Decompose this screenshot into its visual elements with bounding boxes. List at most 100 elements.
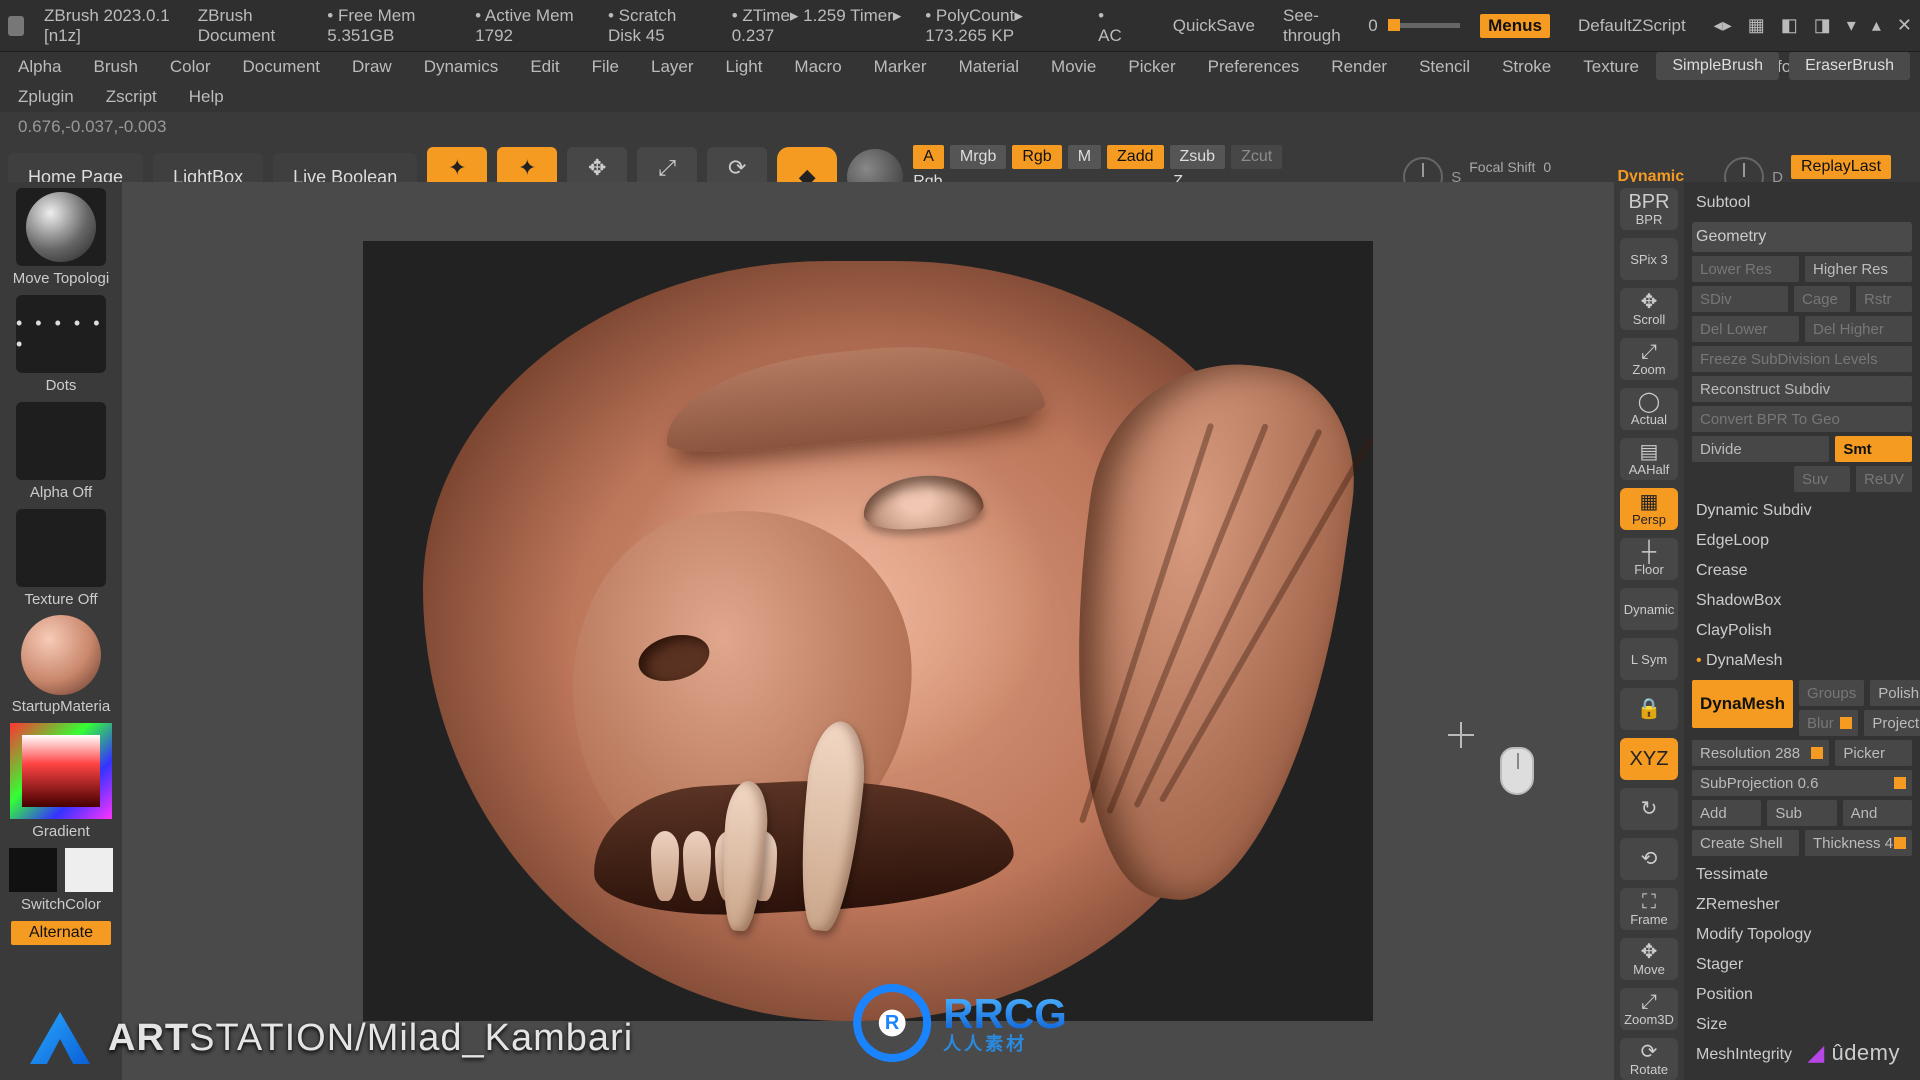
rail-🔒[interactable]: 🔒: [1620, 688, 1678, 730]
dynamesh-section[interactable]: DynaMesh: [1692, 646, 1912, 676]
menu-document[interactable]: Document: [243, 57, 320, 77]
a-toggle[interactable]: A: [913, 145, 944, 169]
rail-spix-3[interactable]: SPix 3: [1620, 238, 1678, 280]
project-toggle[interactable]: Project: [1864, 710, 1920, 736]
tessimate-section[interactable]: Tessimate: [1692, 860, 1912, 890]
smt-toggle[interactable]: Smt: [1835, 436, 1912, 462]
rail-l-sym[interactable]: L Sym: [1620, 638, 1678, 680]
convert-bpr-button[interactable]: Convert BPR To Geo: [1692, 406, 1912, 432]
grid-icon[interactable]: ▦: [1748, 15, 1765, 36]
brush-thumb[interactable]: [16, 188, 106, 266]
groups-toggle[interactable]: Groups: [1799, 680, 1864, 706]
reconstruct-subdiv-button[interactable]: Reconstruct Subdiv: [1692, 376, 1912, 402]
zremesher-section[interactable]: ZRemesher: [1692, 890, 1912, 920]
sub-button[interactable]: Sub: [1767, 800, 1836, 826]
rail-persp[interactable]: ▦Persp: [1620, 488, 1678, 530]
menu-edit[interactable]: Edit: [530, 57, 559, 77]
material-thumb[interactable]: [16, 616, 106, 694]
lower-res-button[interactable]: Lower Res: [1692, 256, 1799, 282]
menu-alpha[interactable]: Alpha: [18, 57, 61, 77]
rstr-toggle[interactable]: Rstr: [1856, 286, 1912, 312]
seethrough-slider[interactable]: [1388, 23, 1460, 28]
zcut-toggle[interactable]: Zcut: [1231, 145, 1282, 169]
size-section[interactable]: Size: [1692, 1010, 1912, 1040]
swatch-white[interactable]: [65, 848, 113, 892]
alternate-button[interactable]: Alternate: [11, 921, 111, 945]
rail-scroll[interactable]: ✥Scroll: [1620, 288, 1678, 330]
rail-zoom[interactable]: ⤢Zoom: [1620, 338, 1678, 380]
menu-file[interactable]: File: [592, 57, 619, 77]
menu-color[interactable]: Color: [170, 57, 211, 77]
rail-dynamic[interactable]: Dynamic: [1620, 588, 1678, 630]
menu-dynamics[interactable]: Dynamics: [424, 57, 499, 77]
del-higher-button[interactable]: Del Higher: [1805, 316, 1912, 342]
menus-button[interactable]: Menus: [1480, 14, 1550, 38]
sdiv-field[interactable]: SDiv: [1692, 286, 1788, 312]
suv-toggle[interactable]: Suv: [1794, 466, 1850, 492]
divide-button[interactable]: Divide: [1692, 436, 1829, 462]
rail-aahalf[interactable]: ▤AAHalf: [1620, 438, 1678, 480]
menu-light[interactable]: Light: [726, 57, 763, 77]
rail-actual[interactable]: ◯Actual: [1620, 388, 1678, 430]
menu-brush[interactable]: Brush: [93, 57, 137, 77]
menu-draw[interactable]: Draw: [352, 57, 392, 77]
rail-⟲[interactable]: ⟲: [1620, 838, 1678, 880]
rail-move[interactable]: ✥Move: [1620, 938, 1678, 980]
menu-layer[interactable]: Layer: [651, 57, 694, 77]
menu-help[interactable]: Help: [189, 87, 224, 107]
dynamic-subdiv-section[interactable]: Dynamic Subdiv: [1692, 496, 1912, 526]
blur-field[interactable]: Blur: [1799, 710, 1858, 736]
thickness-field[interactable]: Thickness 4: [1805, 830, 1912, 856]
quicksave-button[interactable]: QuickSave: [1165, 14, 1263, 38]
menu-render[interactable]: Render: [1331, 57, 1387, 77]
simplebrush-pill[interactable]: SimpleBrush: [1656, 52, 1779, 80]
menu-zscript[interactable]: Zscript: [106, 87, 157, 107]
reuv-toggle[interactable]: ReUV: [1856, 466, 1912, 492]
del-lower-button[interactable]: Del Lower: [1692, 316, 1799, 342]
collapse-icon[interactable]: ◂▸: [1714, 15, 1732, 36]
menu-zplugin[interactable]: Zplugin: [18, 87, 74, 107]
position-section[interactable]: Position: [1692, 980, 1912, 1010]
maximize-icon[interactable]: ▴: [1872, 15, 1881, 36]
alpha-thumb[interactable]: [16, 402, 106, 480]
add-button[interactable]: Add: [1692, 800, 1761, 826]
replaylast-button[interactable]: ReplayLast: [1791, 155, 1891, 179]
menu-macro[interactable]: Macro: [794, 57, 841, 77]
menu-stencil[interactable]: Stencil: [1419, 57, 1470, 77]
minimize-icon[interactable]: ▾: [1847, 15, 1856, 36]
swatch-black[interactable]: [9, 848, 57, 892]
menu-preferences[interactable]: Preferences: [1208, 57, 1300, 77]
viewport[interactable]: [122, 182, 1614, 1080]
zsub-toggle[interactable]: Zsub: [1170, 145, 1226, 169]
color-picker[interactable]: [10, 723, 112, 819]
texture-thumb[interactable]: [16, 509, 106, 587]
default-zscript[interactable]: DefaultZScript: [1570, 14, 1694, 38]
polish-toggle[interactable]: Polish: [1870, 680, 1920, 706]
window-right-icon[interactable]: ◨: [1814, 15, 1831, 36]
menu-stroke[interactable]: Stroke: [1502, 57, 1551, 77]
menu-picker[interactable]: Picker: [1128, 57, 1175, 77]
stager-section[interactable]: Stager: [1692, 950, 1912, 980]
geometry-section[interactable]: Geometry: [1692, 222, 1912, 252]
menu-movie[interactable]: Movie: [1051, 57, 1096, 77]
cage-toggle[interactable]: Cage: [1794, 286, 1850, 312]
higher-res-button[interactable]: Higher Res: [1805, 256, 1912, 282]
rail-xyz[interactable]: XYZ: [1620, 738, 1678, 780]
menu-material[interactable]: Material: [959, 57, 1019, 77]
create-shell-button[interactable]: Create Shell: [1692, 830, 1799, 856]
rail-floor[interactable]: ┼Floor: [1620, 538, 1678, 580]
rail-↻[interactable]: ↻: [1620, 788, 1678, 830]
eraserbrush-pill[interactable]: EraserBrush: [1789, 52, 1910, 80]
stroke-thumb[interactable]: [16, 295, 106, 373]
rgb-toggle[interactable]: Rgb: [1012, 145, 1061, 169]
subprojection-field[interactable]: SubProjection 0.6: [1692, 770, 1912, 796]
close-icon[interactable]: ✕: [1897, 15, 1912, 36]
rail-bpr[interactable]: BPRBPR: [1620, 188, 1678, 230]
claypolish-section[interactable]: ClayPolish: [1692, 616, 1912, 646]
window-left-icon[interactable]: ◧: [1781, 15, 1798, 36]
menu-marker[interactable]: Marker: [874, 57, 927, 77]
m-toggle[interactable]: M: [1068, 145, 1101, 169]
freeze-subdiv-button[interactable]: Freeze SubDivision Levels: [1692, 346, 1912, 372]
shadowbox-section[interactable]: ShadowBox: [1692, 586, 1912, 616]
modify-topology-section[interactable]: Modify Topology: [1692, 920, 1912, 950]
